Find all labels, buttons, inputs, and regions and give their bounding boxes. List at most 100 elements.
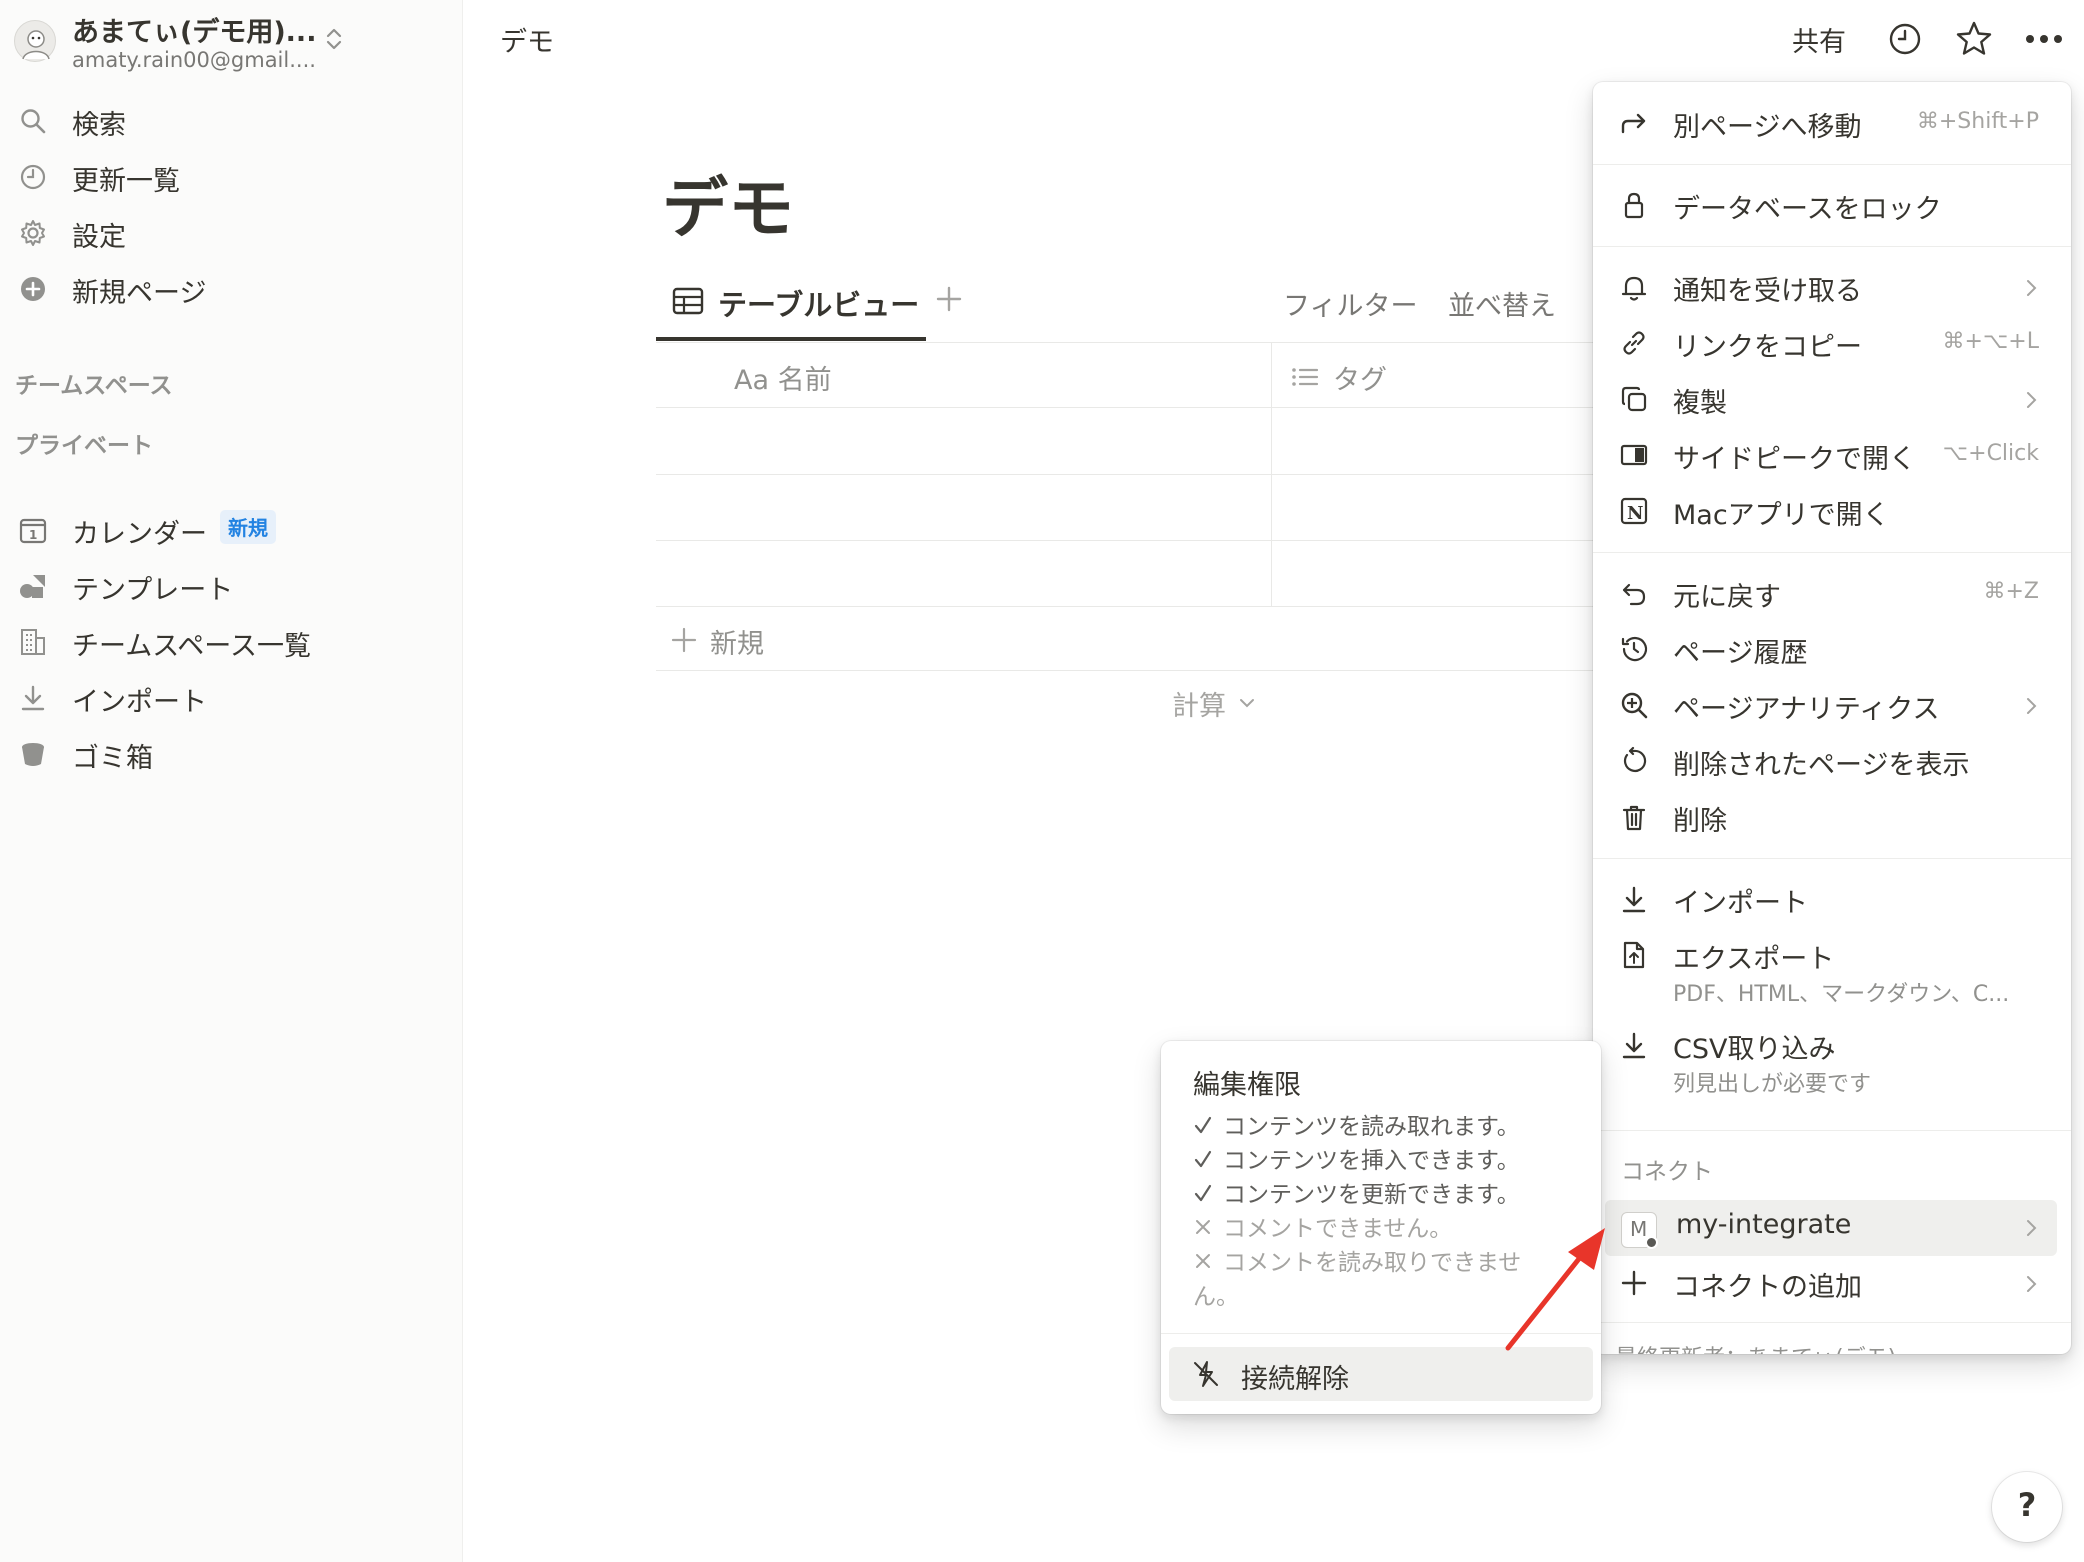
permission-text: コンテンツを更新できます。 bbox=[1223, 1182, 1520, 1208]
trash-icon bbox=[1619, 802, 1649, 832]
menu-item-export[interactable]: エクスポート PDF、HTML、マークダウン、C... bbox=[1593, 928, 2071, 1010]
column-header-tag[interactable]: タグ bbox=[1333, 358, 1387, 397]
column-header-name[interactable]: Aa 名前 bbox=[734, 358, 832, 397]
menu-item-delete[interactable]: 削除 bbox=[1593, 790, 2071, 844]
download-icon bbox=[18, 683, 48, 713]
workspace-email: amaty.rain00@gmail.... bbox=[72, 48, 316, 72]
menu-item-label: 複製 bbox=[1673, 388, 1727, 419]
menu-item-side-peek[interactable]: サイドピークで開く ⌥+Click bbox=[1593, 428, 2071, 482]
menu-item-label: データベースをロック bbox=[1673, 194, 1942, 225]
workspace-switch-icon[interactable] bbox=[323, 24, 345, 54]
workspace-avatar[interactable] bbox=[14, 20, 56, 62]
table-row[interactable] bbox=[656, 475, 1271, 540]
svg-text:N: N bbox=[1627, 503, 1643, 524]
more-options-icon[interactable] bbox=[2024, 25, 2064, 53]
section-teamspace[interactable]: チームスペース bbox=[15, 366, 173, 400]
filter-button[interactable]: フィルター bbox=[1283, 284, 1417, 323]
menu-divider bbox=[1593, 858, 2071, 859]
menu-item-lock-database[interactable]: データベースをロック bbox=[1593, 178, 2071, 232]
table-row[interactable] bbox=[656, 541, 1271, 606]
menu-item-label: サイドピークで開く bbox=[1673, 444, 1916, 475]
calculate-button[interactable]: 計算 bbox=[1172, 684, 1226, 723]
duplicate-icon bbox=[1619, 384, 1649, 414]
table-border bbox=[656, 342, 1596, 343]
help-button[interactable]: ? bbox=[1992, 1472, 2062, 1542]
sidebar-item-search[interactable]: 検索 bbox=[0, 95, 463, 145]
plus-circle-icon bbox=[18, 274, 48, 304]
menu-item-label: 別ページへ移動 bbox=[1673, 112, 1862, 143]
sidebar-item-updates[interactable]: 更新一覧 bbox=[0, 151, 463, 201]
disconnect-plug-icon bbox=[1191, 1359, 1221, 1389]
menu-divider bbox=[1593, 246, 2071, 247]
tab-label: テーブルビュー bbox=[718, 288, 920, 322]
restore-icon bbox=[1619, 746, 1649, 776]
menu-item-duplicate[interactable]: 複製 bbox=[1593, 372, 2071, 426]
disconnect-label: 接続解除 bbox=[1241, 1364, 1349, 1395]
history-icon bbox=[1619, 634, 1649, 664]
workspace-name[interactable]: あまてぃ(デモ用)... bbox=[72, 10, 316, 49]
share-button[interactable]: 共有 bbox=[1792, 20, 1846, 59]
calendar-icon: 1 bbox=[18, 515, 48, 545]
menu-item-page-analytics[interactable]: ページアナリティクス bbox=[1593, 678, 2071, 732]
add-view-plus-icon[interactable] bbox=[934, 282, 964, 316]
status-dot bbox=[1645, 1236, 1658, 1249]
page-title[interactable]: デモ bbox=[662, 155, 794, 251]
menu-item-show-deleted[interactable]: 削除されたページを表示 bbox=[1593, 734, 2071, 788]
menu-item-label: 通知を受け取る bbox=[1673, 276, 1862, 307]
table-row[interactable] bbox=[656, 408, 1271, 474]
sidebar-item-label: インポート bbox=[72, 687, 207, 718]
annotation-arrow bbox=[1490, 1210, 1620, 1360]
sidebar-item-templates[interactable]: テンプレート bbox=[0, 560, 463, 610]
menu-item-import[interactable]: インポート bbox=[1593, 872, 2071, 926]
menu-item-move[interactable]: 別ページへ移動 ⌘+Shift+P bbox=[1593, 96, 2071, 150]
download-icon bbox=[1619, 884, 1649, 914]
menu-item-add-connection[interactable]: コネクトの追加 bbox=[1593, 1256, 2071, 1310]
menu-item-page-history[interactable]: ページ履歴 bbox=[1593, 622, 2071, 676]
history-clock-icon[interactable] bbox=[1888, 22, 1922, 56]
connect-section-title: コネクト bbox=[1621, 1159, 1713, 1185]
sidebar-item-label: チームスペース一覧 bbox=[72, 631, 311, 662]
menu-item-open-mac-app[interactable]: N Macアプリで開く bbox=[1593, 484, 2071, 538]
clock-icon bbox=[18, 162, 48, 192]
menu-item-label: 削除されたページを表示 bbox=[1673, 750, 1970, 781]
sidebar-item-settings[interactable]: 設定 bbox=[0, 207, 463, 257]
sidebar-item-trash[interactable]: ゴミ箱 bbox=[0, 728, 463, 778]
section-private[interactable]: プライベート bbox=[15, 426, 153, 460]
chevron-right-icon bbox=[2025, 1218, 2039, 1238]
menu-item-shortcut: ⌘+⌥+L bbox=[1942, 329, 2039, 354]
table-border bbox=[656, 606, 1596, 607]
check-icon bbox=[1193, 1149, 1213, 1169]
sidebar-item-teamspaces[interactable]: チームスペース一覧 bbox=[0, 616, 463, 666]
permission-text: ん。 bbox=[1193, 1284, 1239, 1310]
active-tab-indicator bbox=[656, 337, 926, 341]
chevron-down-icon bbox=[1238, 694, 1256, 712]
sidebar-item-label: 検索 bbox=[72, 110, 126, 141]
table-icon bbox=[672, 286, 704, 316]
menu-item-label: Macアプリで開く bbox=[1673, 500, 1890, 531]
integration-avatar-letter: M bbox=[1630, 1217, 1648, 1241]
new-badge: 新規 bbox=[220, 510, 276, 544]
breadcrumb[interactable]: デモ bbox=[500, 20, 554, 59]
menu-item-notifications[interactable]: 通知を受け取る bbox=[1593, 260, 2071, 314]
sidebar-item-import[interactable]: インポート bbox=[0, 672, 463, 722]
favorite-star-icon[interactable] bbox=[1955, 20, 1993, 58]
search-icon bbox=[18, 106, 48, 136]
menu-item-label: ページ履歴 bbox=[1673, 638, 1808, 669]
notion-logo-icon: N bbox=[1619, 496, 1649, 526]
menu-item-undo[interactable]: 元に戻す ⌘+Z bbox=[1593, 566, 2071, 620]
chevron-right-icon bbox=[2025, 278, 2039, 298]
permission-text: コメントできません。 bbox=[1223, 1216, 1453, 1242]
sidebar-item-new-page[interactable]: 新規ページ bbox=[0, 263, 463, 313]
export-file-icon bbox=[1619, 940, 1649, 970]
menu-item-description: PDF、HTML、マークダウン、C... bbox=[1673, 982, 2010, 1007]
permissions-title: 編集権限 bbox=[1193, 1070, 1301, 1101]
cross-icon bbox=[1193, 1217, 1213, 1237]
analytics-magnifier-icon bbox=[1619, 690, 1649, 720]
connection-name[interactable]: my-integrate bbox=[1676, 1209, 1851, 1240]
menu-item-copy-link[interactable]: リンクをコピー ⌘+⌥+L bbox=[1593, 316, 2071, 370]
sort-button[interactable]: 並べ替え bbox=[1448, 284, 1556, 323]
menu-item-description: 列見出しが必要です bbox=[1673, 1072, 1872, 1097]
menu-item-csv-import[interactable]: CSV取り込み 列見出しが必要です bbox=[1593, 1018, 2071, 1100]
menu-item-shortcut: ⌘+Shift+P bbox=[1916, 109, 2039, 134]
menu-divider bbox=[1593, 552, 2071, 553]
